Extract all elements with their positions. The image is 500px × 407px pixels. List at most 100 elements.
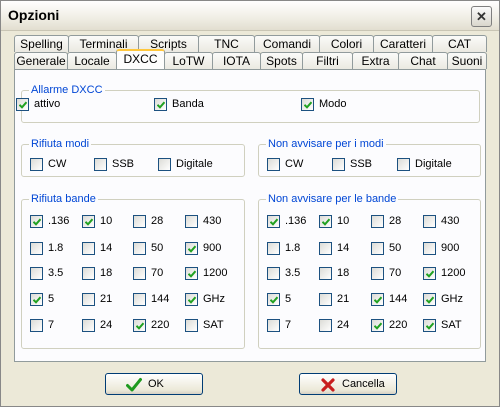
checkmark-icon <box>426 322 434 330</box>
checkbox-box[interactable] <box>185 293 198 306</box>
checkbox-box[interactable] <box>319 319 332 332</box>
checkbox-label: 220 <box>151 319 170 331</box>
checkbox-box[interactable] <box>267 293 280 306</box>
checkbox-box[interactable] <box>82 293 95 306</box>
tab-chat[interactable]: Chat <box>398 52 448 69</box>
checkbox-label: 50 <box>151 242 164 254</box>
checkbox-label: 430 <box>441 215 460 227</box>
checkbox-box[interactable] <box>30 158 43 171</box>
checkbox-box[interactable] <box>267 267 280 280</box>
checkbox-box[interactable] <box>267 242 280 255</box>
close-button[interactable]: ✕ <box>471 6 492 27</box>
checkbox-box[interactable] <box>185 267 198 280</box>
cancel-button[interactable]: Cancella <box>299 373 397 395</box>
checkbox-label: 10 <box>100 215 113 227</box>
checkbox-box[interactable] <box>82 267 95 280</box>
checkbox-box[interactable] <box>133 319 146 332</box>
checkbox-box[interactable] <box>185 319 198 332</box>
checkbox-box[interactable] <box>154 98 167 111</box>
options-dialog: Opzioni ✕ Spelling Terminali Scripts TNC Com… <box>0 0 500 407</box>
tab-locale[interactable]: Locale <box>67 52 117 69</box>
checkbox-box[interactable] <box>185 215 198 228</box>
checkbox-box[interactable] <box>371 242 384 255</box>
tab-generale[interactable]: Generale <box>14 52 68 69</box>
checkbox-label: attivo <box>34 98 61 110</box>
dxcc-panel: Allarme DXCC Rifiuta modi Non avvisare p… <box>14 69 486 362</box>
tab-filtri[interactable]: Filtri <box>302 52 353 69</box>
checkbox-label: 3.5 <box>48 267 64 279</box>
checkbox-box[interactable] <box>185 242 198 255</box>
checkbox-box[interactable] <box>30 319 43 332</box>
checkbox-box[interactable] <box>267 158 280 171</box>
checkbox-label: .136 <box>48 215 70 227</box>
checkmark-icon <box>374 322 382 330</box>
checkbox-label: 18 <box>337 267 350 279</box>
checkbox-box[interactable] <box>267 319 280 332</box>
tab-comandi[interactable]: Comandi <box>254 35 320 52</box>
ok-button[interactable]: OK <box>105 373 203 395</box>
tab-tnc[interactable]: TNC <box>198 35 255 52</box>
tab-spots[interactable]: Spots <box>260 52 303 69</box>
checkbox-box[interactable] <box>16 98 29 111</box>
checkbox-box[interactable] <box>371 293 384 306</box>
tab-extra[interactable]: Extra <box>352 52 399 69</box>
checkmark-icon <box>270 218 278 226</box>
tab-caratteri[interactable]: Caratteri <box>373 35 433 52</box>
tab-spelling[interactable]: Spelling <box>14 35 69 52</box>
checkbox-box[interactable] <box>371 215 384 228</box>
checkbox-box[interactable] <box>319 242 332 255</box>
checkbox-box[interactable] <box>319 267 332 280</box>
checkmark-icon <box>374 296 382 304</box>
checkbox-label: 28 <box>389 215 402 227</box>
checkbox-box[interactable] <box>30 267 43 280</box>
tab-lotw[interactable]: LoTW <box>164 52 213 69</box>
checkbox-box[interactable] <box>82 319 95 332</box>
checkbox-box[interactable] <box>30 293 43 306</box>
checkmark-icon <box>426 270 434 278</box>
checkbox-box[interactable] <box>423 215 436 228</box>
checkbox-box[interactable] <box>332 158 345 171</box>
checkbox-box[interactable] <box>423 267 436 280</box>
checkmark-icon <box>304 101 312 109</box>
checkbox-box[interactable] <box>423 319 436 332</box>
checkbox-label: Banda <box>172 98 204 110</box>
window-title: Opzioni <box>8 7 60 23</box>
checkbox-box[interactable] <box>267 215 280 228</box>
checkbox-box[interactable] <box>94 158 107 171</box>
tab-dxcc[interactable]: DXCC <box>116 49 165 69</box>
checkbox-box[interactable] <box>158 158 171 171</box>
checkbox-box[interactable] <box>133 215 146 228</box>
group-title-rifiuta-bande: Rifiuta bande <box>29 192 98 206</box>
checkbox-label: 3.5 <box>285 267 301 279</box>
checkbox-box[interactable] <box>319 215 332 228</box>
checkbox-box[interactable] <box>371 267 384 280</box>
tab-suoni[interactable]: Suoni <box>447 52 487 69</box>
checkmark-icon <box>188 296 196 304</box>
checkbox-label: 144 <box>151 293 170 305</box>
checkbox-box[interactable] <box>133 293 146 306</box>
checkbox-box[interactable] <box>133 242 146 255</box>
checkbox-label: 1.8 <box>285 242 301 254</box>
checkbox-label: 220 <box>389 319 408 331</box>
checkbox-label: 144 <box>389 293 408 305</box>
tab-cat[interactable]: CAT <box>432 35 487 52</box>
tab-iota[interactable]: IOTA <box>212 52 261 69</box>
checkbox-box[interactable] <box>319 293 332 306</box>
checkbox-box[interactable] <box>30 215 43 228</box>
checkbox-label: Modo <box>319 98 347 110</box>
tab-colori[interactable]: Colori <box>319 35 374 52</box>
checkbox-box[interactable] <box>133 267 146 280</box>
checkbox-label: Digitale <box>176 158 213 170</box>
checkbox-label: 18 <box>100 267 113 279</box>
checkbox-box[interactable] <box>397 158 410 171</box>
checkbox-box[interactable] <box>423 293 436 306</box>
checkbox-box[interactable] <box>423 242 436 255</box>
checkbox-box[interactable] <box>301 98 314 111</box>
checkbox-box[interactable] <box>82 215 95 228</box>
checkmark-icon <box>126 378 142 392</box>
checkbox-box[interactable] <box>371 319 384 332</box>
checkbox-box[interactable] <box>30 242 43 255</box>
checkbox-label: GHz <box>441 293 463 305</box>
checkbox-box[interactable] <box>82 242 95 255</box>
checkbox-label: 24 <box>337 319 350 331</box>
